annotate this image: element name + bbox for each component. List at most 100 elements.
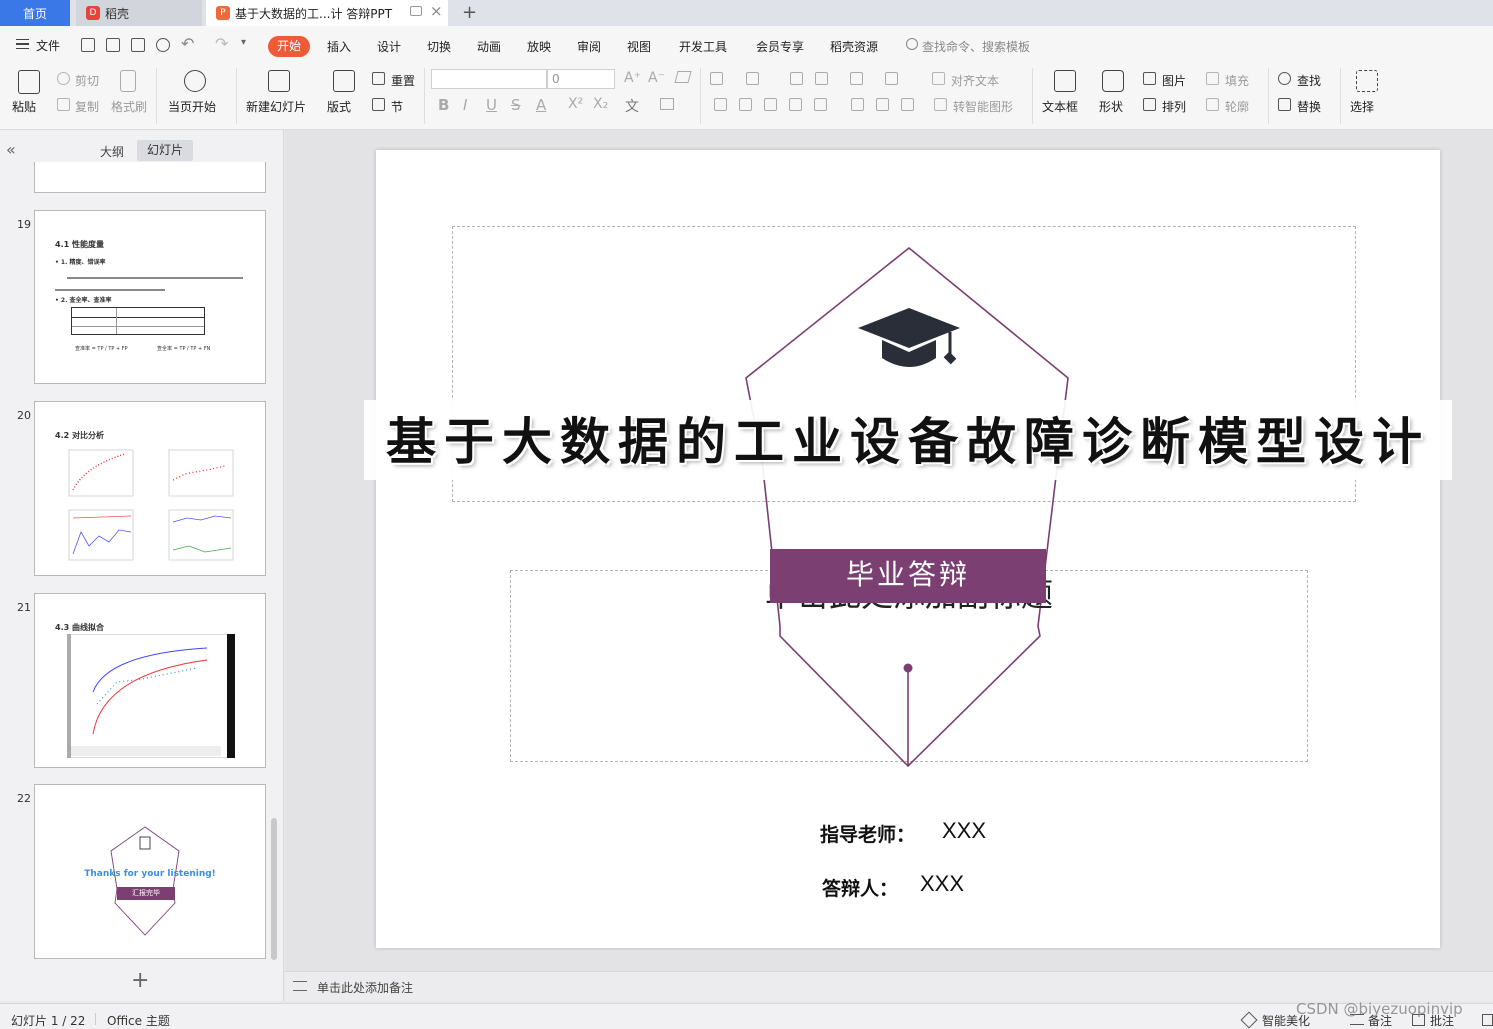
theme-name[interactable]: Office 主题 [107,1012,170,1029]
normal-view-icon[interactable] [1482,1014,1493,1026]
outline-button[interactable]: 轮廓 [1225,98,1249,115]
layout-button[interactable]: 版式 [327,98,351,115]
current-slide[interactable]: 基于大数据的工业设备故障诊断模型设计 单击此处添加副标题 毕业答辩 指导老师： … [364,150,1452,948]
new-slide-button[interactable]: 新建幻灯片 [246,98,306,115]
bullet-list-icon[interactable] [710,72,723,85]
slide-thumbnail-18[interactable] [34,162,266,193]
copy-button[interactable]: 复制 [75,98,99,115]
menu-animation[interactable]: 动画 [477,38,501,55]
menu-member[interactable]: 会员专享 [756,38,804,55]
save-icon[interactable] [81,38,95,52]
font-size-select[interactable]: 0 [547,69,615,89]
phonetic-icon[interactable]: 文 [625,96,639,116]
slide-thumbnail-21[interactable]: 4.3 曲线拟合 [34,593,266,768]
distribute-icon[interactable] [814,98,827,111]
menu-insert[interactable]: 插入 [327,38,351,55]
textbox-button[interactable]: 文本框 [1042,98,1078,115]
subscript-icon[interactable]: X₂ [593,96,608,112]
justify-icon[interactable] [789,98,802,111]
slide-thumbnail-19[interactable]: 4.1 性能度量 • 1. 精度、错误率 • 2. 查全率、查准率 查准率 = … [34,210,266,384]
shape-button[interactable]: 形状 [1099,98,1123,115]
tab-slides[interactable]: 幻灯片 [137,140,193,161]
paragraph-spacing-icon[interactable] [876,98,889,111]
decrease-font-icon[interactable]: A⁻ [648,70,665,86]
align-text-button[interactable]: 对齐文本 [951,72,999,89]
font-family-select[interactable] [431,69,547,89]
decrease-indent-icon[interactable] [790,72,803,85]
menu-design[interactable]: 设计 [377,38,401,55]
paste-icon[interactable] [18,70,40,94]
play-icon[interactable] [184,70,206,92]
superscript-icon[interactable]: X² [568,96,583,112]
close-tab-icon[interactable]: × [430,2,443,20]
italic-icon[interactable]: I [463,96,467,114]
tab-docer[interactable]: D 稻壳 [76,0,202,26]
bold-icon[interactable]: B [438,96,449,114]
section-button[interactable]: 节 [391,98,403,115]
highlight-icon[interactable] [660,98,674,110]
line-spacing-icon[interactable] [851,98,864,111]
increase-indent-icon[interactable] [815,72,828,85]
menu-docer-resources[interactable]: 稻壳资源 [830,38,878,55]
tab-home[interactable]: 首页 [0,0,70,26]
menu-view[interactable]: 视图 [627,38,651,55]
add-slide-icon[interactable]: + [131,970,149,992]
sort-icon[interactable] [885,72,898,85]
textbox-icon[interactable] [1054,70,1076,92]
tab-document[interactable]: P 基于大数据的工...计 答辩PPT × [206,0,448,26]
slide-number: 21 [17,601,31,614]
thumb-charts [68,449,234,561]
replace-button[interactable]: 替换 [1297,98,1321,115]
collapse-panel-icon[interactable]: « [6,140,16,159]
underline-icon[interactable]: U [486,96,497,114]
menu-file[interactable]: 文件 [36,37,60,54]
select-button[interactable]: 选择 [1350,98,1374,115]
strikethrough-icon[interactable]: S [511,96,521,114]
print-preview-icon[interactable] [156,38,170,52]
align-center-icon[interactable] [739,98,752,111]
new-slide-icon[interactable] [268,70,290,92]
reset-button[interactable]: 重置 [391,72,415,89]
window-icon[interactable] [410,6,422,16]
increase-font-icon[interactable]: A⁺ [624,70,641,86]
menu-start[interactable]: 开始 [268,36,310,57]
layout-icon[interactable] [333,70,355,92]
from-current-button[interactable]: 当页开始 [168,98,216,115]
slide-thumbnail-20[interactable]: 4.2 对比分析 [34,401,266,576]
find-button[interactable]: 查找 [1297,72,1321,89]
hamburger-icon[interactable] [16,39,29,49]
tab-outline[interactable]: 大纲 [100,143,124,160]
redo-icon[interactable]: ↷ [215,34,228,53]
undo-icon[interactable]: ↶ [181,34,194,53]
menu-developer[interactable]: 开发工具 [679,38,727,55]
print-icon[interactable] [131,38,145,52]
columns-icon[interactable] [901,98,914,111]
smart-shape-button[interactable]: 转智能图形 [953,98,1013,115]
notes-placeholder[interactable]: 单击此处添加备注 [317,979,413,996]
cut-button[interactable]: 剪切 [75,72,99,89]
panel-scrollbar[interactable] [271,818,277,960]
fill-button[interactable]: 填充 [1225,72,1249,89]
text-direction-icon[interactable] [850,72,863,85]
command-search[interactable]: 查找命令、搜索模板 [922,38,1030,55]
arrange-button[interactable]: 排列 [1162,98,1186,115]
export-pdf-icon[interactable] [106,38,120,52]
customize-chevron-icon[interactable]: ▾ [241,37,246,48]
notes-pane[interactable]: 单击此处添加备注 [285,971,1493,1001]
paste-button[interactable]: 粘贴 [12,98,36,115]
picture-button[interactable]: 图片 [1162,72,1186,89]
numbered-list-icon[interactable] [746,72,759,85]
slide-title[interactable]: 基于大数据的工业设备故障诊断模型设计 [364,402,1452,474]
align-left-icon[interactable] [714,98,727,111]
align-right-icon[interactable] [764,98,777,111]
format-painter-button[interactable]: 格式刷 [111,98,147,115]
menu-transition[interactable]: 切换 [427,38,451,55]
slide-thumbnail-22[interactable]: Thanks for your listening! 汇报完毕 [34,784,266,959]
reset-icon [372,72,385,85]
font-color-icon[interactable]: A [536,96,546,114]
menu-slideshow[interactable]: 放映 [527,38,551,55]
menu-review[interactable]: 审阅 [577,38,601,55]
select-cursor-icon[interactable] [1356,70,1378,92]
new-tab-icon[interactable]: + [462,2,477,23]
shape-icon[interactable] [1102,70,1124,92]
